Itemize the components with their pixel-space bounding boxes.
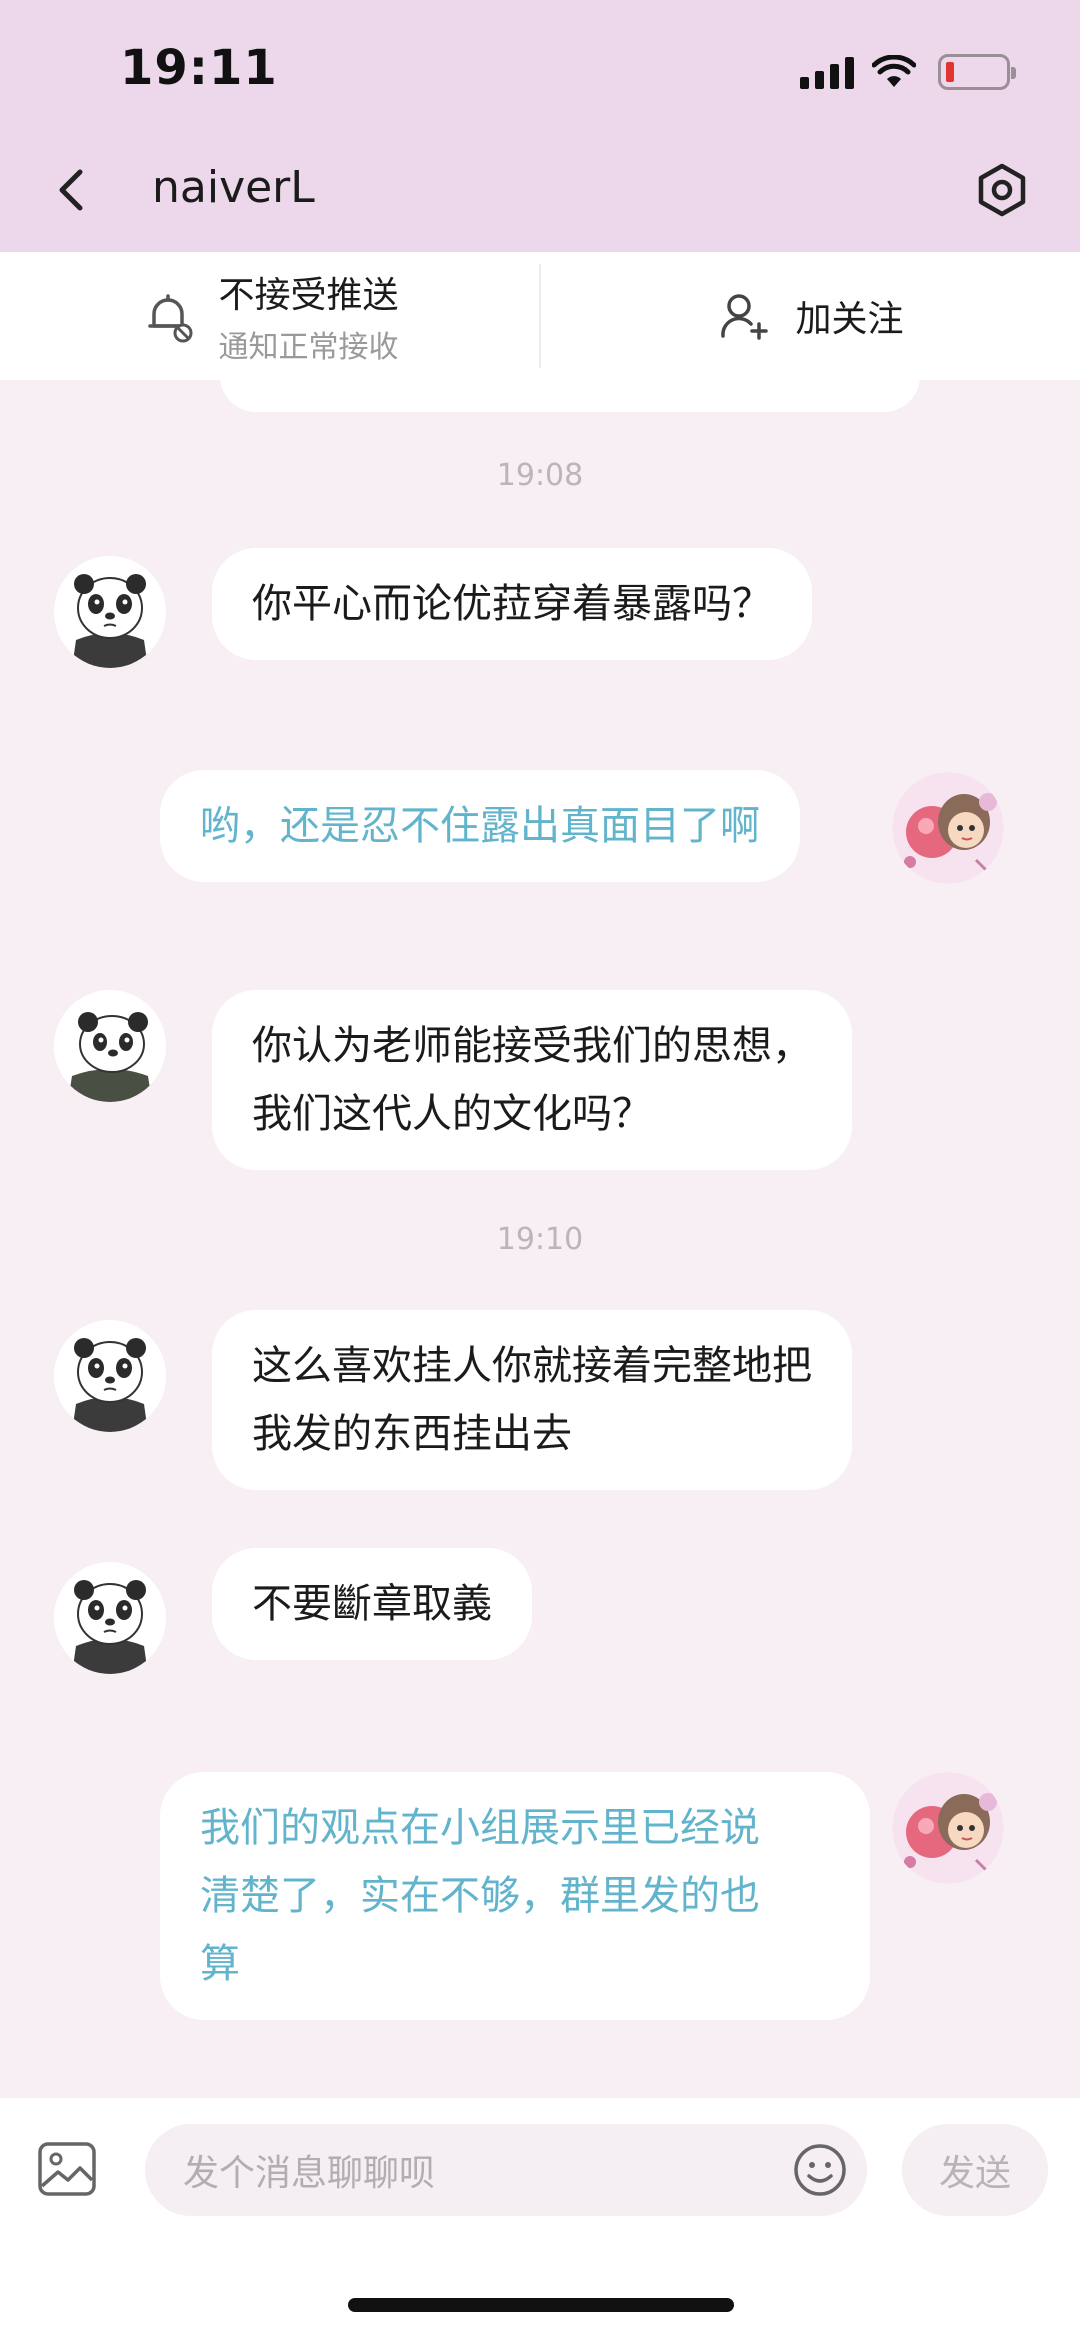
settings-icon[interactable] [972,160,1032,220]
message-list[interactable]: 19:08 你平心而论优菈穿着暴露吗？ 哟，还是忍不住露出真面目了啊 你认为老师… [0,380,1080,2098]
chat-title: naiverL [152,162,315,213]
image-icon[interactable] [36,2140,98,2198]
message-bubble[interactable]: 不要斷章取義 [212,1548,532,1660]
wifi-icon [872,55,916,87]
message-bubble[interactable]: 你认为老师能接受我们的思想， 我们这代人的文化吗？ [212,990,852,1170]
cellular-signal-icon [800,55,854,89]
message-bubble-own[interactable]: 我们的观点在小组展示里已经说 清楚了，实在不够，群里发的也 算 [160,1772,870,2020]
message-text: 这么喜欢挂人你就接着完整地把 [252,1343,812,1389]
emoji-icon[interactable] [792,2142,848,2198]
message-text: 清楚了，实在不够，群里发的也 [200,1873,760,1919]
message-bubble-partial [220,380,920,412]
message-text: 我发的东西挂出去 [252,1411,572,1457]
timestamp: 19:10 [496,1222,584,1257]
panda-avatar[interactable] [54,1320,166,1432]
battery-icon [938,54,1016,90]
message-text: 我们这代人的文化吗？ [252,1091,652,1137]
status-icons [800,50,1016,94]
message-text: 哟，还是忍不住露出真面目了啊 [200,803,760,849]
action-bar: 不接受推送 通知正常接收 加关注 [0,252,1080,380]
push-toggle-button[interactable]: 不接受推送 通知正常接收 [0,252,539,380]
send-button[interactable]: 发送 [902,2124,1048,2216]
message-bubble-own[interactable]: 哟，还是忍不住露出真面目了啊 [160,770,800,882]
panda-avatar[interactable] [54,1562,166,1674]
message-text: 我们的观点在小组展示里已经说 [200,1805,760,1851]
home-indicator [348,2298,734,2312]
back-arrow-icon[interactable] [48,160,98,220]
status-time: 19:11 [120,40,278,96]
add-user-icon [721,294,769,340]
timestamp: 19:08 [496,458,584,493]
push-label: 不接受推送 [218,275,399,316]
message-bubble[interactable]: 这么喜欢挂人你就接着完整地把 我发的东西挂出去 [212,1310,852,1490]
panda-avatar[interactable] [54,990,166,1102]
message-bubble[interactable]: 你平心而论优菈穿着暴露吗？ [212,548,812,660]
panda-avatar[interactable] [54,556,166,668]
message-text: 算 [200,1941,240,1987]
follow-button[interactable]: 加关注 [539,264,1080,368]
message-text: 你认为老师能接受我们的思想， [252,1023,812,1069]
push-sublabel: 通知正常接收 [218,330,399,365]
message-input[interactable]: 发个消息聊聊呗 [145,2124,867,2216]
message-text: 你平心而论优菈穿着暴露吗？ [252,581,772,627]
follow-label: 加关注 [795,299,904,340]
message-text: 不要斷章取義 [252,1581,492,1627]
bell-muted-icon [148,294,193,343]
anime-girl-avatar[interactable] [892,772,1004,884]
anime-girl-avatar[interactable] [892,1772,1004,1884]
header: 19:11 naiverL [0,0,1080,252]
composer: 发个消息聊聊呗 发送 [0,2098,1080,2337]
